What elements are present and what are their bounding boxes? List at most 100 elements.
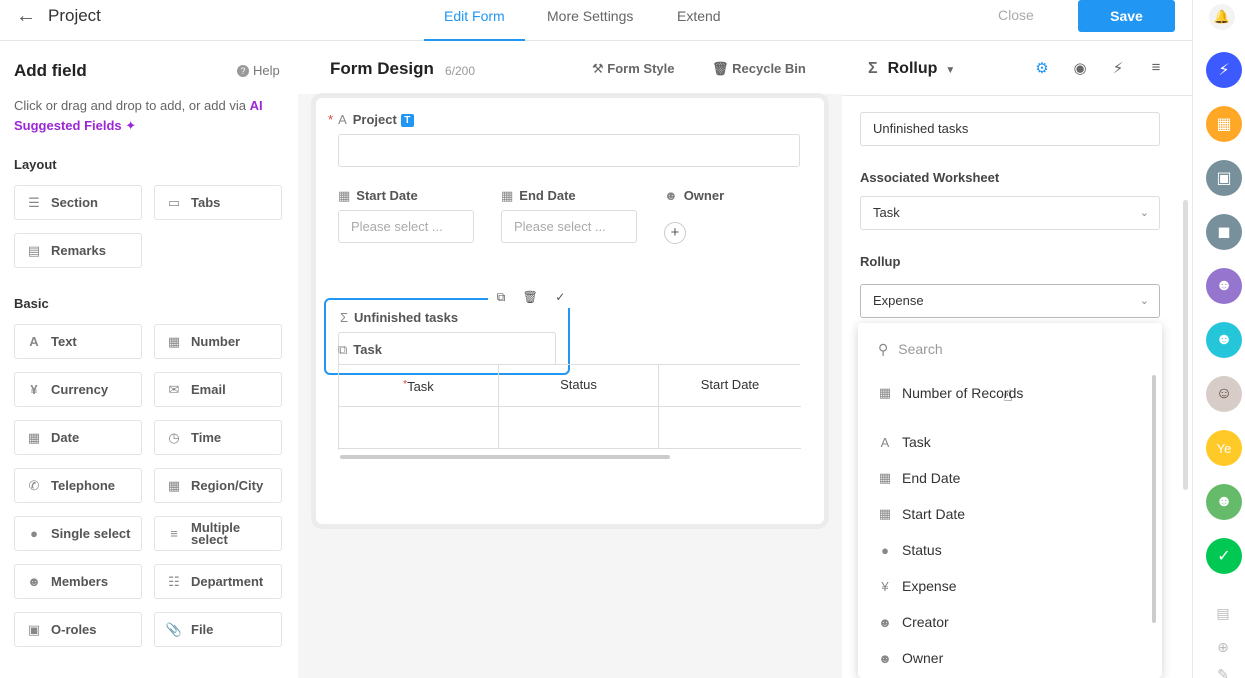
start-date-input[interactable]: Please select ... (338, 210, 474, 243)
grid-app-icon[interactable]: ▦ (1206, 106, 1242, 142)
add-field-panel: Add field ? Help Click or drag and drop t… (0, 42, 298, 678)
avatar-initials[interactable]: Ye (1206, 430, 1242, 466)
palette-icon[interactable]: ◉ (1071, 59, 1089, 77)
end-date-input[interactable]: Please select ... (501, 210, 637, 243)
field-currency[interactable]: ¥ Currency (14, 372, 142, 407)
tab-more-settings[interactable]: More Settings (547, 8, 633, 41)
arrow-left-icon[interactable]: ← (16, 6, 38, 28)
table-header: Start Date (659, 365, 801, 407)
task-subtable: *Task Status Start Date (338, 364, 801, 450)
rollup-select[interactable]: Expense ⌄ (860, 284, 1160, 318)
avatar[interactable]: ☺ (1206, 376, 1242, 412)
option-end-date[interactable]: ▦ End Date (878, 470, 961, 486)
section-icon: ☰ (28, 194, 40, 210)
delete-icon[interactable]: 🗑 (523, 290, 538, 308)
check-icon[interactable]: ✓ (555, 290, 565, 308)
contacts-icon[interactable]: ▤ (1215, 605, 1231, 621)
team-app-icon[interactable]: ☻ (1206, 322, 1242, 358)
label-text: Project (352, 112, 397, 127)
form-style-button[interactable]: ⚒ Form Style (592, 61, 674, 77)
option-start-date[interactable]: ▦ Start Date (878, 506, 965, 522)
field-label-task: ⧉ Task (338, 342, 382, 358)
field-label-owner: ☻ Owner (664, 188, 724, 203)
recycle-label: Recycle Bin (732, 61, 806, 76)
hand-cursor-icon: ☝ (1003, 388, 1013, 405)
associated-worksheet-label: Associated Worksheet (860, 170, 1000, 185)
sigma-icon: Σ (340, 310, 349, 325)
field-multiple-select[interactable]: ≡ Multiple select (154, 516, 282, 551)
field-remarks[interactable]: ▤ Remarks (14, 233, 142, 268)
panel-scrollbar[interactable] (1183, 200, 1188, 490)
help-link[interactable]: ? Help (237, 63, 280, 78)
sort-icon[interactable]: ≡ (1147, 59, 1165, 76)
single-select-icon: ● (30, 526, 38, 541)
field-single-select[interactable]: ● Single select (14, 516, 142, 551)
top-bar: ← Project Edit Form More Settings Extend… (0, 0, 1192, 41)
recycle-bin-button[interactable]: 🗑 Recycle Bin (712, 61, 806, 77)
form-design-header: Form Design 6/200 ⚒ Form Style 🗑 Recycle… (298, 42, 842, 94)
field-text[interactable]: A Text (14, 324, 142, 359)
option-task[interactable]: A Task (878, 434, 931, 450)
label-text: Task (353, 342, 382, 357)
option-number-of-records[interactable]: ▦ Number of Records (878, 385, 1024, 401)
field-type-selector[interactable]: Σ Rollup ▼ (868, 60, 955, 78)
table-scrollbar[interactable] (340, 455, 670, 459)
currency-icon: ¥ (30, 382, 38, 397)
field-email[interactable]: ✉ Email (154, 372, 282, 407)
option-expense[interactable]: ¥ Expense (878, 578, 956, 594)
edit-icon[interactable]: ✎ (1215, 666, 1231, 678)
calculator-icon: ▦ (878, 385, 892, 400)
field-members[interactable]: ☻ Members (14, 564, 142, 599)
save-button[interactable]: Save (1078, 0, 1175, 32)
add-circle-icon[interactable]: ⊕ (1215, 639, 1231, 655)
field-number[interactable]: ▦ Number (154, 324, 282, 359)
calendar-icon: ▦ (27, 429, 41, 445)
project-input[interactable] (338, 134, 800, 167)
paperclip-icon: 📎 (165, 621, 183, 637)
bell-icon[interactable]: 🔔 (1209, 4, 1235, 30)
table-cell[interactable] (659, 407, 801, 449)
table-cell[interactable] (499, 407, 659, 449)
dropdown-scrollbar[interactable] (1152, 375, 1156, 623)
field-department[interactable]: ☷ Department (154, 564, 282, 599)
field-date[interactable]: ▦ Date (14, 420, 142, 455)
text-icon: A (29, 334, 39, 349)
search-icon: ⚲ (878, 341, 889, 357)
associated-worksheet-select[interactable]: Task ⌄ (860, 196, 1160, 230)
field-label: Remarks (51, 243, 106, 258)
field-region-city[interactable]: ▦ Region/City (154, 468, 282, 503)
group-app-icon[interactable]: ☻ (1206, 268, 1242, 304)
field-name-input[interactable]: Unfinished tasks (860, 112, 1160, 146)
tab-edit-form[interactable]: Edit Form (424, 8, 525, 41)
lightning-app-icon[interactable]: ⚡ (1206, 52, 1242, 88)
dropdown-search[interactable]: ⚲ Search (878, 341, 943, 358)
field-o-roles[interactable]: ▣ O-roles (14, 612, 142, 647)
option-status[interactable]: ● Status (878, 542, 942, 558)
field-section[interactable]: ☰ Section (14, 185, 142, 220)
lightning-icon[interactable]: ⚡ (1109, 59, 1127, 77)
chevron-down-icon: ⌄ (1139, 207, 1149, 219)
gear-icon[interactable]: ⚙ (1033, 59, 1051, 77)
check-app-icon[interactable]: ✓ (1206, 538, 1242, 574)
role-icon: ▣ (27, 621, 41, 637)
option-creator[interactable]: ☻ Creator (878, 614, 949, 630)
field-telephone[interactable]: ✆ Telephone (14, 468, 142, 503)
clock-icon: ◷ (168, 429, 180, 445)
tab-extend[interactable]: Extend (677, 8, 721, 41)
close-button[interactable]: Close (998, 7, 1034, 23)
field-label: Time (191, 430, 222, 445)
people-app-icon[interactable]: ☻ (1206, 484, 1242, 520)
bell-app-icon[interactable]: ◼ (1206, 214, 1242, 250)
copy-icon[interactable]: ⧉ (497, 290, 506, 308)
app-rail: 🔔 ⚡ ▦ ▣ ◼ ☻ ☻ ☺ Ye ☻ ✓ ▤ ⊕ ✎ (1192, 0, 1245, 678)
table-header: Status (499, 365, 659, 407)
option-owner[interactable]: ☻ Owner (878, 650, 943, 666)
field-file[interactable]: 📎 File (154, 612, 282, 647)
briefcase-app-icon[interactable]: ▣ (1206, 160, 1242, 196)
field-label: Currency (51, 382, 109, 397)
table-cell[interactable] (339, 407, 499, 449)
add-owner-button[interactable]: + (664, 222, 686, 244)
field-tabs[interactable]: ▭ Tabs (154, 185, 282, 220)
field-time[interactable]: ◷ Time (154, 420, 282, 455)
form-style-label: Form Style (607, 61, 675, 76)
